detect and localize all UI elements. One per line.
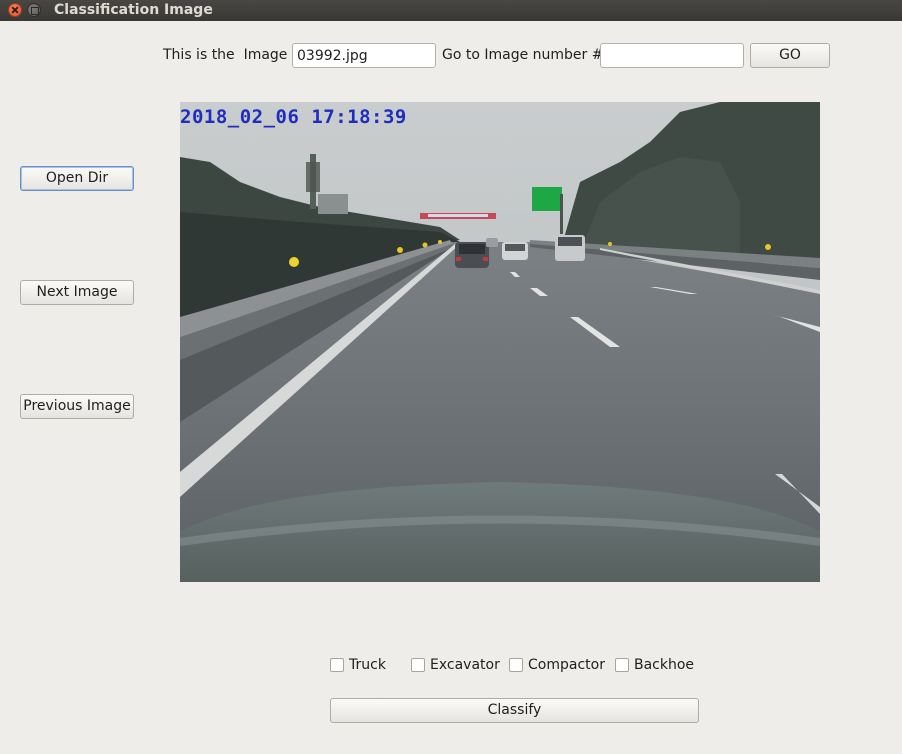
minimize-window-icon[interactable] [27,3,41,17]
compactor-checkbox[interactable] [509,658,523,672]
excavator-label: Excavator [430,657,500,673]
image-timestamp: 2018_02_06 17:18:39 [180,106,407,128]
truck-checkbox[interactable] [330,658,344,672]
excavator-checkbox[interactable] [411,658,425,672]
close-window-icon[interactable] [8,3,22,17]
compactor-label: Compactor [528,657,605,673]
dashcam-image: 2018_02_06 17:18:39 [180,102,820,582]
window-title: Classification Image [54,2,213,18]
classify-button[interactable]: Classify [330,698,699,723]
open-dir-button[interactable]: Open Dir [20,166,134,191]
goto-label: Go to Image number # [442,47,604,63]
go-button[interactable]: GO [750,43,830,68]
app-window: Classification Image This is the Image G… [0,0,902,754]
previous-image-button[interactable]: Previous Image [20,394,134,419]
title-bar: Classification Image [0,0,902,21]
goto-image-number-field[interactable] [600,43,744,68]
backhoe-label: Backhoe [634,657,695,673]
next-image-button[interactable]: Next Image [20,280,134,305]
image-label: This is the Image [163,47,288,63]
image-name-field[interactable] [292,43,436,68]
truck-label: Truck [349,657,386,673]
road-scene-graphic [180,102,820,582]
backhoe-checkbox[interactable] [615,658,629,672]
